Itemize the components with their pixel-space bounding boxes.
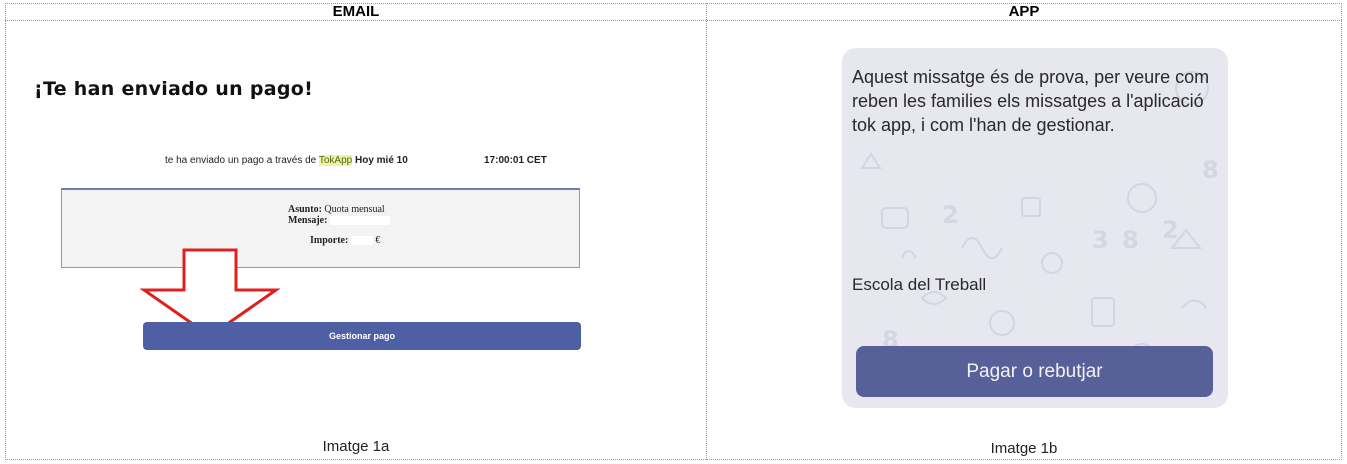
- amount-label: Importe:: [310, 235, 349, 246]
- column-header-email: EMAIL: [332, 3, 380, 20]
- svg-text:2: 2: [942, 201, 959, 229]
- svg-text:2: 2: [1162, 216, 1179, 244]
- caption-image-1a: Imatge 1a: [322, 438, 390, 455]
- app-sender: Escola del Treball: [852, 275, 987, 294]
- svg-text:8: 8: [1202, 156, 1219, 184]
- email-time: 17:00:01 CET: [484, 155, 547, 166]
- message-row: Mensaje:: [288, 215, 390, 226]
- app-message-card: 3 8 2 2 8 2 8 Aquest missatge és de prov…: [842, 48, 1228, 408]
- tokapp-link[interactable]: TokApp: [318, 155, 353, 166]
- amount-currency: €: [375, 235, 381, 246]
- email-title: ¡Te han enviado un pago!: [34, 78, 314, 100]
- app-message-text: Aquest missatge és de prova, per veure c…: [852, 67, 1210, 135]
- payment-details-box: Asunto: Quota mensual Mensaje: Importe: …: [61, 188, 580, 268]
- svg-text:8: 8: [1122, 226, 1139, 254]
- column-divider: [706, 3, 707, 460]
- subject-value: Quota mensual: [324, 204, 385, 215]
- caption-image-1b: Imatge 1b: [990, 440, 1058, 457]
- email-sent-text: te ha enviado un pago a través de: [165, 155, 317, 166]
- svg-text:3: 3: [1092, 226, 1109, 254]
- message-redacted: [329, 216, 390, 226]
- amount-redacted: [350, 236, 373, 246]
- column-header-app: APP: [1008, 3, 1040, 20]
- pay-or-reject-button[interactable]: Pagar o rebutjar: [856, 346, 1213, 397]
- message-label: Mensaje:: [288, 215, 328, 226]
- subject-label: Asunto:: [288, 204, 322, 215]
- manage-payment-button[interactable]: Gestionar pago: [143, 322, 581, 350]
- header-divider: [5, 20, 1342, 21]
- email-sent-line: te ha enviado un pago a través de TokApp…: [165, 155, 408, 166]
- email-date: Hoy mié 10: [354, 155, 408, 166]
- subject-row: Asunto: Quota mensual: [288, 204, 385, 215]
- amount-row: Importe: €: [310, 235, 380, 246]
